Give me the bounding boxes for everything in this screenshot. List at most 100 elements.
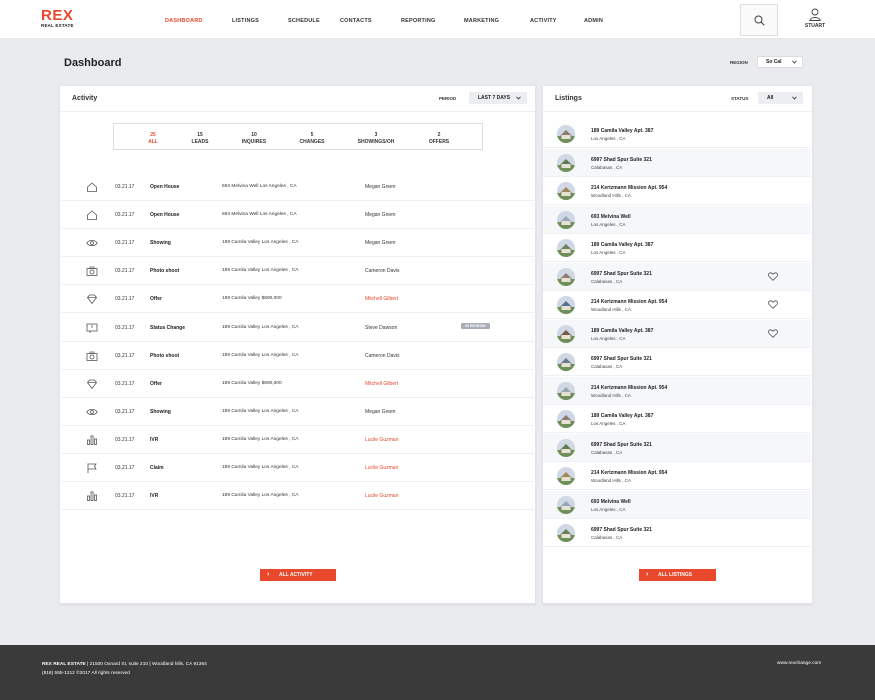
listing-address: 214 Kertzmann Mission Apt. 954 <box>591 299 668 305</box>
activity-row[interactable]: 03.21.17 Offer 189 Camila Valley $890,000 M… <box>61 285 534 314</box>
activity-date: 03.21.17 <box>115 268 135 275</box>
nav-item-marketing[interactable]: MARKETING <box>464 18 499 24</box>
stat-label: ALL <box>148 139 158 145</box>
listing-city: Los Angeles , CA <box>591 335 626 341</box>
listing-city: Calabasas , CA <box>591 164 623 170</box>
heart-icon[interactable] <box>768 328 778 338</box>
region-label: REGION <box>730 60 748 65</box>
flag-icon <box>87 463 97 473</box>
activity-person[interactable]: Lucile Guzman <box>365 493 398 499</box>
footer-site-link[interactable]: www.rexchange.com <box>777 661 821 666</box>
activity-row[interactable]: 03.21.17 IVR 189 Camila Valley Los Angeles… <box>61 426 534 454</box>
house-photo-thumbnail <box>557 410 575 428</box>
listing-row[interactable]: 214 Kertzmann Mission Apt. 954 Woodland H… <box>543 376 811 405</box>
nav-item-schedule[interactable]: SCHEDULE <box>288 18 320 24</box>
all-activity-button[interactable]: › ALL ACTIVITY <box>260 569 336 581</box>
nav-item-dashboard[interactable]: DASHBOARD <box>165 18 203 24</box>
listings-title: Listings <box>555 95 582 102</box>
listing-address: 214 Kertzmann Mission Apt. 954 <box>591 185 668 191</box>
activity-date: 03.21.17 <box>115 380 135 387</box>
activity-person[interactable]: Megan Green <box>365 212 396 218</box>
activity-address: 189 Camila Valley Los Angeles , CA <box>222 268 299 274</box>
activity-person[interactable]: Lucile Guzman <box>365 437 398 443</box>
activity-row[interactable]: 03.21.17 Photo shoot 189 Camila Valley Los… <box>61 342 534 370</box>
heart-icon[interactable] <box>768 271 778 281</box>
activity-row[interactable]: 03.21.17 Showing 189 Camila Valley Los Ang… <box>61 229 534 258</box>
activity-person[interactable]: Cameron Davis <box>365 268 399 274</box>
camera-icon <box>86 266 98 277</box>
all-listings-button[interactable]: › ALL LISTINGS <box>639 569 716 581</box>
house-photo-thumbnail <box>557 267 575 286</box>
stat-changes[interactable]: 5 CHANGES <box>289 132 335 146</box>
listing-row[interactable]: 6997 Shad Spur Suite 321 Calabasas , CA <box>543 148 811 177</box>
activity-row[interactable]: 03.21.17 Photo shoot 189 Camila Valley Los… <box>61 257 534 286</box>
listing-city: Woodland Hills , CA <box>591 478 631 483</box>
search-button[interactable] <box>740 4 778 36</box>
nav-item-activity[interactable]: ACTIVITY <box>530 18 557 24</box>
activity-row[interactable]: 03.21.17 Open House 693 Melvina Well Los A… <box>61 201 534 230</box>
bar-chart-icon <box>87 435 97 445</box>
house-photo-thumbnail <box>557 210 575 229</box>
nav-item-admin[interactable]: ADMIN <box>584 18 603 24</box>
user-menu[interactable]: STUART <box>800 8 830 29</box>
listing-row[interactable]: 214 Kertzmann Mission Apt. 954 Woodland H… <box>543 291 811 319</box>
listing-row[interactable]: 189 Camila Valley Apt. 387 Los Angeles , … <box>543 234 811 262</box>
activity-row[interactable]: 03.21.17 IVR 189 Camila Valley Los Angeles… <box>61 482 534 511</box>
region-select[interactable]: So Cal <box>757 56 803 68</box>
activity-type: Showing <box>150 240 171 247</box>
activity-type: Photo shoot <box>150 352 180 359</box>
footer-address: | 21500 Oxnard St, suite 210 | Woodland … <box>85 662 207 667</box>
listing-row[interactable]: 693 Melvina Well Los Angeles , CA <box>543 205 811 234</box>
listing-row[interactable]: 6997 Shad Spur Suite 321 Calabasas , CA <box>543 348 811 376</box>
activity-row[interactable]: 03.21.17 Claim 189 Camila Valley Los Angel… <box>61 454 534 482</box>
activity-row[interactable]: 03.21.17 Offer 189 Camila Valley $890,000 M… <box>61 370 534 398</box>
heart-icon[interactable] <box>768 300 778 309</box>
listing-row[interactable]: 189 Camila Valley Apt. 387 Los Angeles , … <box>543 319 811 348</box>
activity-row[interactable]: 03.21.17 Showing 189 Camila Valley Los Ang… <box>61 398 534 426</box>
listing-row[interactable]: 189 Camila Valley Apt. 387 Los Angeles , … <box>543 120 811 148</box>
activity-person[interactable]: Lucile Guzman <box>365 465 398 471</box>
stat-offers[interactable]: 2 OFFERS <box>416 132 462 146</box>
status-select[interactable]: All <box>758 92 803 104</box>
house-photo-thumbnail <box>557 153 575 172</box>
activity-address: 189 Camila Valley Los Angeles , CA <box>222 436 299 442</box>
activity-person[interactable]: Megan Green <box>365 409 396 415</box>
stat-inquires[interactable]: 10 INQUIRES <box>231 132 277 146</box>
stat-count: 2 <box>437 132 441 138</box>
logo[interactable]: REX REAL ESTATE <box>41 8 81 29</box>
listing-city: Woodland Hills , CA <box>591 307 631 312</box>
activity-person[interactable]: Megan Green <box>365 184 396 190</box>
activity-type: IVR <box>150 493 159 500</box>
listing-row[interactable]: 693 Melvina Well Los Angeles , CA <box>543 490 811 519</box>
listing-address: 693 Melvina Well <box>591 498 631 505</box>
stat-label: OFFERS <box>428 139 450 145</box>
activity-address: 693 Melvina Well Los Angeles , CA <box>222 184 297 189</box>
activity-row[interactable]: 03.21.17 Open House 693 Melvina Well Los A… <box>61 173 534 201</box>
activity-person[interactable]: Mitchell Gilbert <box>365 381 398 387</box>
nav-item-reporting[interactable]: REPORTING <box>401 18 436 24</box>
activity-type: Claim <box>150 465 164 471</box>
activity-person[interactable]: Steve Dawson <box>365 325 397 331</box>
listing-row[interactable]: 6997 Shad Spur Suite 321 Calabasas , CA <box>543 262 811 291</box>
listing-row[interactable]: 189 Camila Valley Apt. 387 Los Angeles , … <box>543 405 811 433</box>
activity-row[interactable]: 03.21.17 Status Change 189 Camila Valley L… <box>61 314 534 342</box>
listing-city: Los Angeles , CA <box>591 506 626 512</box>
listing-row[interactable]: 6997 Shad Spur Suite 321 Calabasas , CA <box>543 519 811 547</box>
chevron-right-icon: › <box>267 571 270 578</box>
activity-person[interactable]: Mitchell Gilbert <box>365 296 398 302</box>
activity-person[interactable]: Megan Green <box>365 240 396 246</box>
stat-all[interactable]: 25 ALL <box>130 132 176 146</box>
footer-address-line: REX REAL ESTATE | 21500 Oxnard St, suite… <box>42 662 207 667</box>
stat-label: INQUIRES <box>241 139 267 145</box>
activity-type: Open House <box>150 184 180 190</box>
listing-row[interactable]: 214 Kertzmann Mission Apt. 954 Woodland H… <box>543 177 811 205</box>
period-select[interactable]: LAST 7 DAYS <box>469 92 527 104</box>
activity-date: 03.21.17 <box>115 324 135 331</box>
activity-person[interactable]: Cameron Davis <box>365 353 399 359</box>
stat-showings-oh[interactable]: 3 SHOWINGS/OH <box>353 132 399 146</box>
stat-leads[interactable]: 15 LEADS <box>177 132 223 146</box>
nav-item-contacts[interactable]: CONTACTS <box>340 18 372 24</box>
listing-row[interactable]: 214 Kertzmann Mission Apt. 954 Woodland H… <box>543 462 811 490</box>
listing-row[interactable]: 6997 Shad Spur Suite 321 Calabasas , CA <box>543 433 811 462</box>
nav-item-listings[interactable]: LISTINGS <box>232 18 259 24</box>
